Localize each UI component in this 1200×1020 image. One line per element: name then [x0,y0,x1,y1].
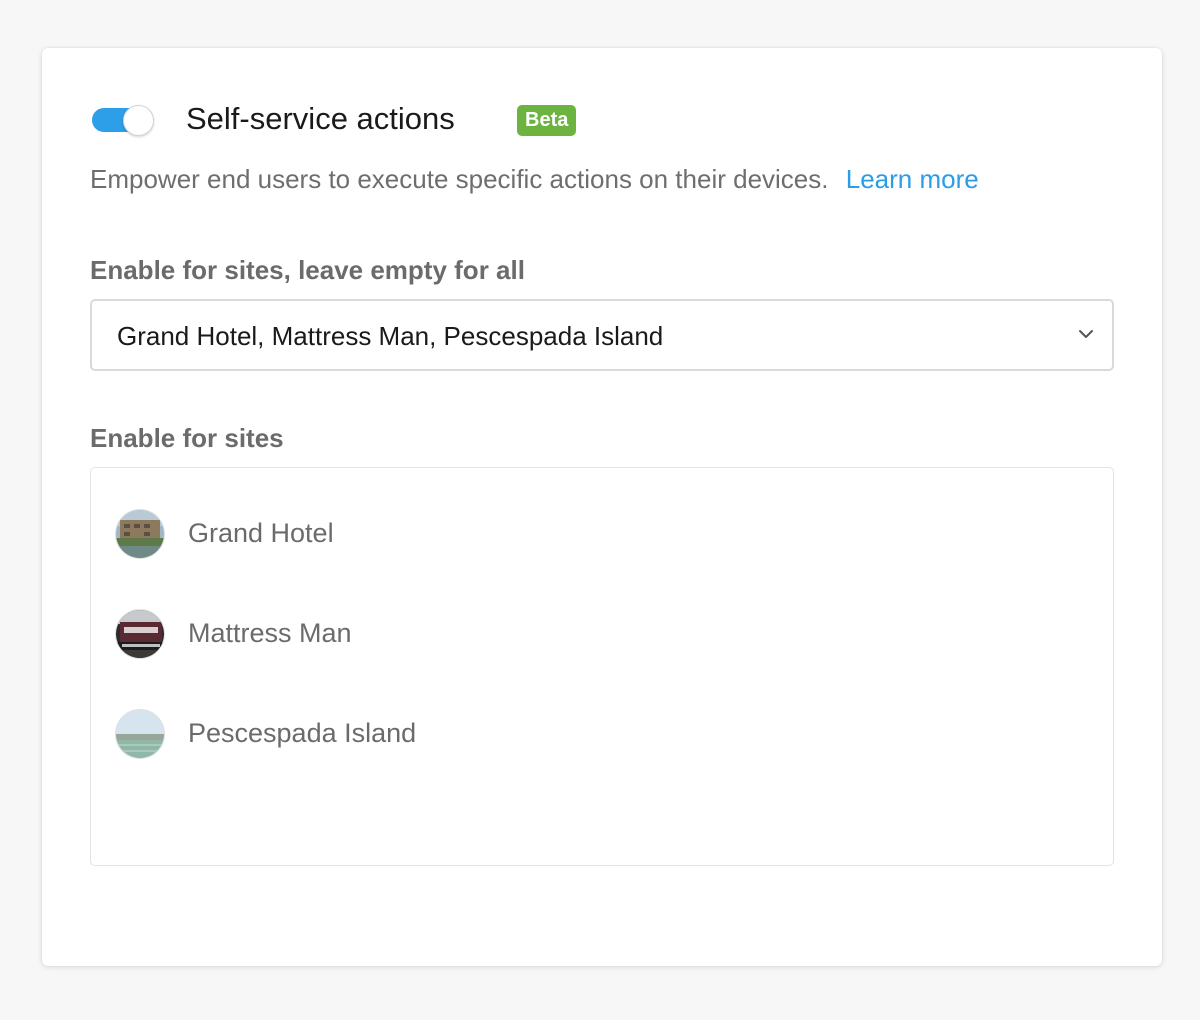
site-filter-label: Enable for sites, leave empty for all [90,255,525,285]
site-name: Grand Hotel [188,518,334,548]
settings-card: Self-service actions Beta Empower end us… [42,48,1162,966]
site-item-pescespada-island[interactable]: Pescespada Island [115,709,1075,759]
site-filter-value: Grand Hotel, Mattress Man, Pescespada Is… [117,321,664,351]
site-avatar-grand-hotel [115,509,165,559]
section-title: Self-service actions [186,101,455,136]
site-list-label: Enable for sites [90,423,284,453]
beta-badge: Beta [517,105,577,136]
toggle-knob [123,105,154,136]
learn-more-link[interactable]: Learn more [846,164,979,194]
description-text: Empower end users to execute specific ac… [90,164,829,194]
site-filter-select[interactable]: Grand Hotel, Mattress Man, Pescespada Is… [90,299,1114,371]
chevron-down-icon [1079,330,1093,338]
site-avatar-pescespada-island [115,709,165,759]
site-name: Mattress Man [188,618,352,648]
section-description: Empower end users to execute specific ac… [90,164,979,195]
site-avatar-mattress-man [115,609,165,659]
site-item-grand-hotel[interactable]: Grand Hotel [115,509,1075,559]
site-name: Pescespada Island [188,718,417,748]
site-list: Grand Hotel Mattress Man Pescespada Isla… [90,467,1114,866]
self-service-toggle[interactable] [92,105,154,136]
site-item-mattress-man[interactable]: Mattress Man [115,609,1075,659]
